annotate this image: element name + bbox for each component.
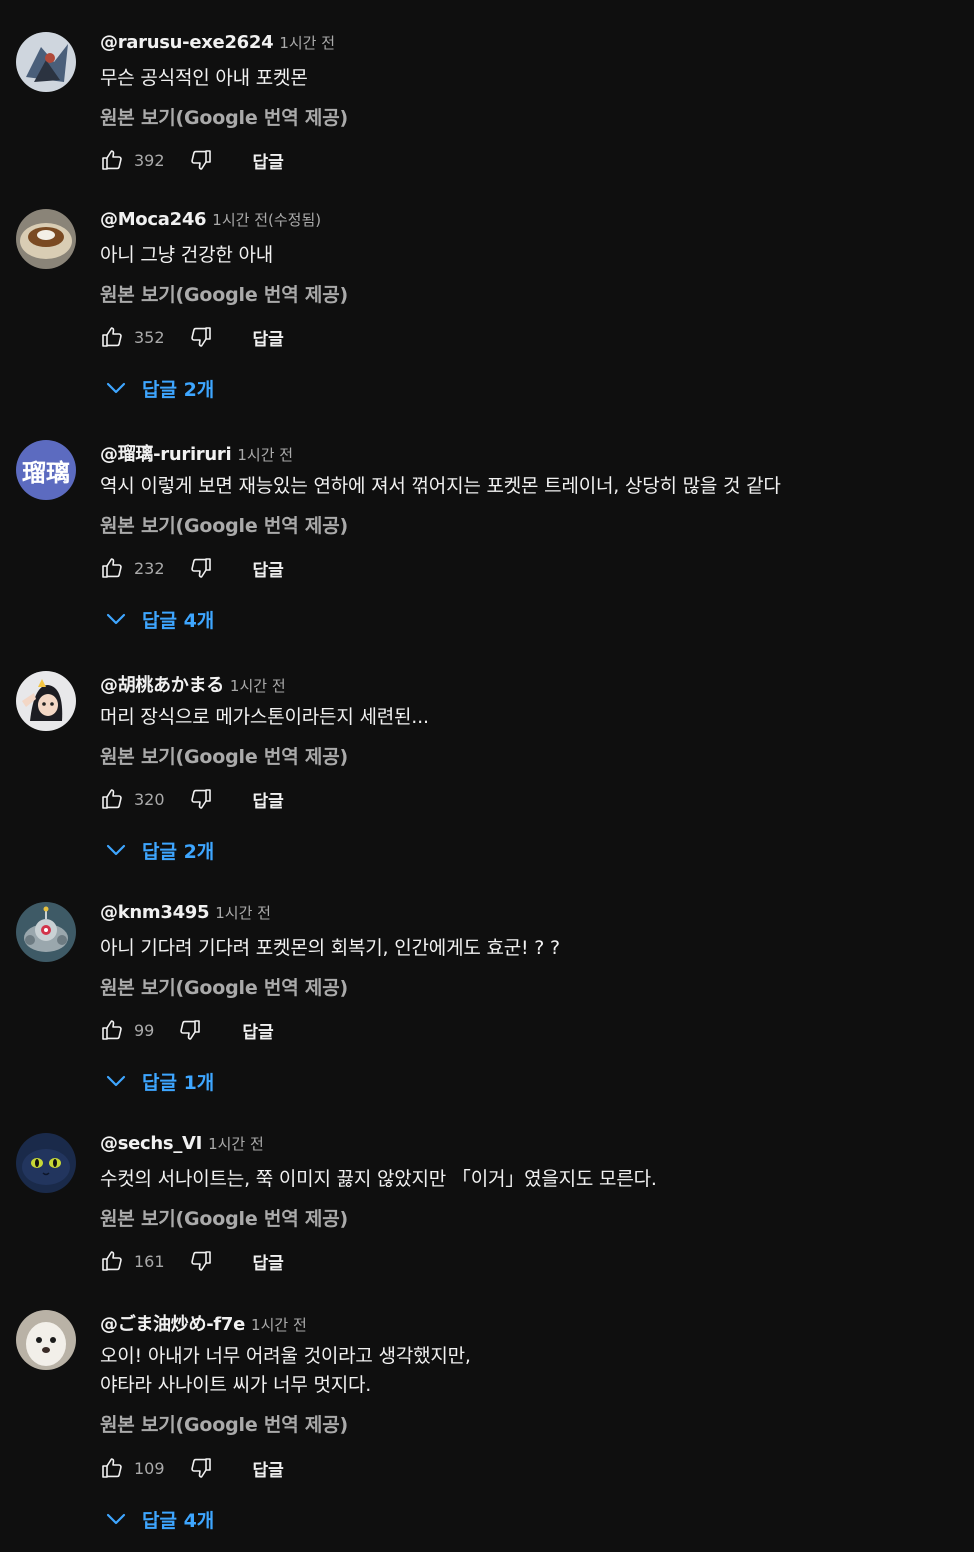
avatar[interactable] [16, 209, 76, 269]
thumbs-up-icon[interactable] [98, 554, 126, 582]
thumbs-up-icon[interactable] [98, 1247, 126, 1275]
comment-time[interactable]: 1시간 전 [215, 902, 271, 923]
comment-actions: 99 답글 [98, 1014, 274, 1046]
thumbs-down-icon[interactable] [187, 1247, 215, 1275]
avatar[interactable] [16, 1310, 76, 1370]
chevron-down-icon [106, 1075, 126, 1087]
comment-text: 무슨 공식적인 아내 포켓몬 [100, 67, 308, 89]
author-name[interactable]: @ごま油炒め-f7e [100, 1310, 245, 1336]
see-original-link[interactable]: 원본 보기(Google 번역 제공) [100, 1410, 348, 1437]
like-count: 99 [134, 1020, 155, 1040]
comment-time[interactable]: 1시간 전 [237, 444, 293, 465]
like-count: 161 [134, 1251, 165, 1271]
thumbs-down-icon[interactable] [187, 146, 215, 174]
avatar-initials: 瑠璃 [22, 458, 70, 487]
like-count: 392 [134, 150, 165, 170]
comment-header: @sechs_VI 1시간 전 [100, 1133, 264, 1157]
reply-button[interactable]: 답글 [253, 148, 284, 173]
see-original-link[interactable]: 원본 보기(Google 번역 제공) [100, 280, 348, 307]
thumbs-up-icon[interactable] [98, 1454, 126, 1482]
comment-header: @knm3495 1시간 전 [100, 902, 271, 926]
replies-count: 답글 1개 [142, 1071, 215, 1094]
reply-button[interactable]: 답글 [242, 1018, 273, 1043]
author-name[interactable]: @knm3495 [100, 902, 210, 923]
thumbs-down-icon[interactable] [187, 554, 215, 582]
chevron-down-icon [106, 1513, 126, 1525]
comment-text: 아니 그냥 건강한 아내 [100, 244, 274, 266]
view-replies-button[interactable]: 답글 2개 [104, 832, 214, 868]
author-name[interactable]: @sechs_VI [100, 1133, 202, 1154]
thumbs-up-icon[interactable] [98, 323, 126, 351]
see-original-link[interactable]: 원본 보기(Google 번역 제공) [100, 742, 348, 769]
comment-time[interactable]: 1시간 전 [230, 675, 286, 696]
comment-header: @胡桃あかまる 1시간 전 [100, 671, 286, 697]
comment-time[interactable]: 1시간 전 [208, 1133, 264, 1154]
avatar[interactable]: 瑠璃 [16, 440, 76, 500]
comment-time[interactable]: 1시간 전(수정됨) [212, 209, 321, 230]
thumbs-down-icon[interactable] [187, 1454, 215, 1482]
view-replies-button[interactable]: 답글 2개 [104, 370, 214, 406]
comment-header: @Moca246 1시간 전(수정됨) [100, 209, 321, 233]
comment-actions: 161 답글 [98, 1245, 284, 1277]
thumbs-up-icon[interactable] [98, 1016, 126, 1044]
reply-button[interactable]: 답글 [253, 1456, 284, 1481]
comment-text: 수컷의 서나이트는, 쭉 이미지 끓지 않았지만 「이거」였을지도 모른다. [100, 1168, 657, 1190]
comment-actions: 392 답글 [98, 144, 284, 176]
avatar[interactable] [16, 902, 76, 962]
avatar[interactable] [16, 671, 76, 731]
like-count: 352 [134, 327, 165, 347]
comment-time[interactable]: 1시간 전 [279, 32, 335, 53]
view-replies-button[interactable]: 답글 4개 [104, 1501, 214, 1537]
like-count: 109 [134, 1458, 165, 1478]
replies-count: 답글 2개 [142, 840, 215, 863]
comment-text: 역시 이렇게 보면 재능있는 연하에 져서 꺾어지는 포켓몬 트레이너, 상당히… [100, 475, 781, 497]
comment-actions: 232 답글 [98, 552, 284, 584]
see-original-link[interactable]: 원본 보기(Google 번역 제공) [100, 511, 348, 538]
comment-text-line-2: 야타라 사나이트 씨가 너무 멋지다. [100, 1374, 372, 1396]
avatar[interactable] [16, 1133, 76, 1193]
chevron-down-icon [106, 382, 126, 394]
reply-button[interactable]: 답글 [253, 1249, 284, 1274]
comment-header: @rarusu-exe2624 1시간 전 [100, 32, 335, 56]
author-name[interactable]: @rarusu-exe2624 [100, 32, 274, 53]
thumbs-up-icon[interactable] [98, 146, 126, 174]
view-replies-button[interactable]: 답글 4개 [104, 601, 214, 637]
like-count: 232 [134, 558, 165, 578]
comment-text: 아니 기다려 기다려 포켓몬의 회복기, 인간에게도 효군! ? ? [100, 937, 560, 959]
replies-count: 답글 2개 [142, 378, 215, 401]
comment-header: @瑠璃-ruriruri 1시간 전 [100, 440, 293, 466]
comment-text: 오이! 아내가 너무 어려울 것이라고 생각했지만, [100, 1345, 471, 1367]
like-count: 320 [134, 789, 165, 809]
see-original-link[interactable]: 원본 보기(Google 번역 제공) [100, 1204, 348, 1231]
thumbs-down-icon[interactable] [187, 785, 215, 813]
chevron-down-icon [106, 844, 126, 856]
comment-header: @ごま油炒め-f7e 1시간 전 [100, 1310, 307, 1336]
see-original-link[interactable]: 원본 보기(Google 번역 제공) [100, 103, 348, 130]
chevron-down-icon [106, 613, 126, 625]
reply-button[interactable]: 답글 [253, 787, 284, 812]
view-replies-button[interactable]: 답글 1개 [104, 1063, 214, 1099]
author-name[interactable]: @胡桃あかまる [100, 671, 224, 697]
replies-count: 답글 4개 [142, 1509, 215, 1532]
avatar[interactable] [16, 32, 76, 92]
see-original-link[interactable]: 원본 보기(Google 번역 제공) [100, 973, 348, 1000]
comment-actions: 320 답글 [98, 783, 284, 815]
replies-count: 답글 4개 [142, 609, 215, 632]
thumbs-down-icon[interactable] [187, 323, 215, 351]
reply-button[interactable]: 답글 [253, 325, 284, 350]
author-name[interactable]: @Moca246 [100, 209, 207, 230]
comment-actions: 109 답글 [98, 1452, 284, 1484]
thumbs-down-icon[interactable] [176, 1016, 204, 1044]
comment-actions: 352 답글 [98, 321, 284, 353]
comment-time[interactable]: 1시간 전 [251, 1314, 307, 1335]
comment-text: 머리 장식으로 메가스톤이라든지 세련된... [100, 706, 429, 728]
reply-button[interactable]: 답글 [253, 556, 284, 581]
thumbs-up-icon[interactable] [98, 785, 126, 813]
author-name[interactable]: @瑠璃-ruriruri [100, 440, 232, 466]
